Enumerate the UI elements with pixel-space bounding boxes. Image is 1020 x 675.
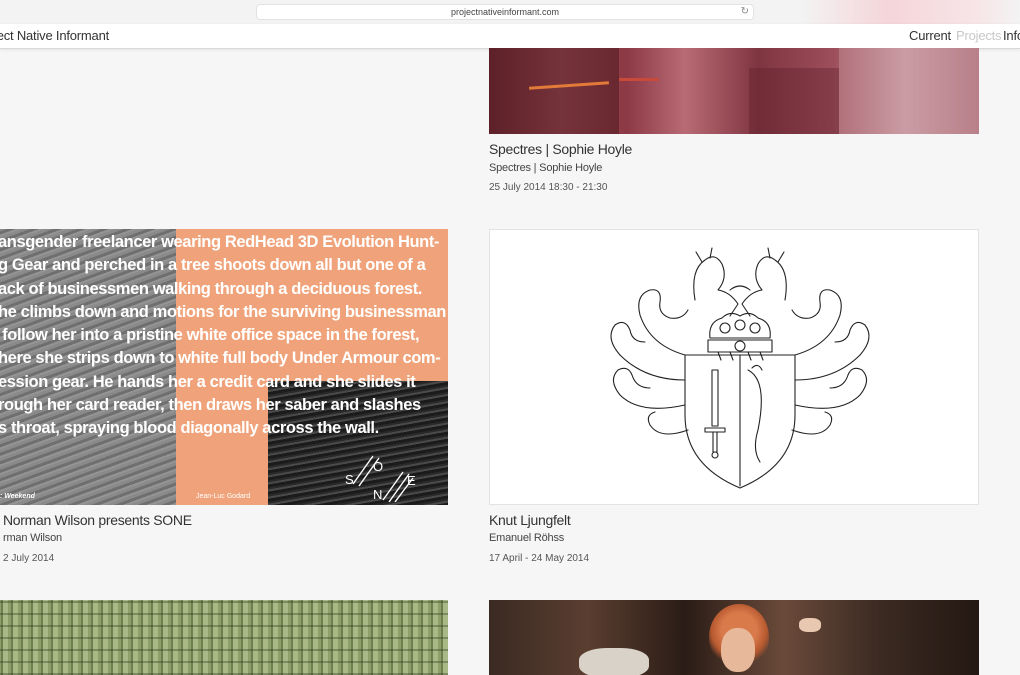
sone-logo: S O N E [345, 455, 416, 502]
address-field[interactable]: projectnativeinformant.com ↻ [256, 4, 754, 20]
reload-icon[interactable]: ↻ [741, 5, 749, 19]
logo-letter-n: N [373, 487, 382, 502]
coat-of-arms-image[interactable] [489, 229, 979, 505]
url-text: projectnativeinformant.com [450, 7, 560, 17]
card-title[interactable]: Spectres | Sophie Hoyle [489, 141, 632, 157]
film-still-hand [799, 618, 821, 632]
film-still-image[interactable] [489, 600, 979, 675]
painting-shade [749, 68, 839, 134]
poster-text: ansgender freelancer wearing RedHead 3D … [0, 233, 446, 438]
site-title[interactable]: ject Native Informant [0, 28, 109, 43]
logo-letter-s: S [345, 472, 354, 487]
spectres-image[interactable] [489, 48, 979, 134]
card-title[interactable]: Norman Wilson presents SONE [3, 512, 192, 528]
card-date: 2 July 2014 [3, 553, 55, 564]
logo-letter-o: O [373, 459, 383, 474]
card-subtitle: Spectres | Sophie Hoyle [489, 162, 603, 174]
nav-current[interactable]: Current [909, 28, 951, 43]
film-still-figure [579, 648, 649, 675]
blur-overlay [800, 0, 1020, 24]
greenhouse-image[interactable] [0, 600, 448, 675]
poster-caption-left: : Weekend [0, 493, 35, 500]
nav-info[interactable]: Info [1003, 28, 1020, 43]
card-date: 25 July 2014 18:30 - 21:30 [489, 182, 608, 193]
greenhouse-frame [0, 600, 448, 675]
film-still-face [721, 628, 755, 672]
card-title[interactable]: Knut Ljungfelt [489, 512, 571, 528]
card-subtitle: rman Wilson [3, 532, 62, 544]
sone-poster-image[interactable]: ansgender freelancer wearing RedHead 3D … [0, 229, 448, 505]
painting-streak [619, 78, 659, 81]
card-subtitle: Emanuel Röhss [489, 532, 565, 544]
nav-projects[interactable]: Projects [956, 28, 1002, 43]
painting-shade [489, 48, 619, 134]
poster-caption-right: Jean-Luc Godard [196, 493, 251, 500]
painting-highlight [839, 48, 979, 134]
site-nav: ject Native Informant Current Projects I… [0, 24, 1020, 49]
logo-letter-e: E [407, 473, 416, 488]
browser-url-bar: projectnativeinformant.com ↻ [0, 0, 1020, 24]
card-date: 17 April - 24 May 2014 [489, 553, 590, 564]
coat-of-arms-icon [610, 247, 870, 489]
